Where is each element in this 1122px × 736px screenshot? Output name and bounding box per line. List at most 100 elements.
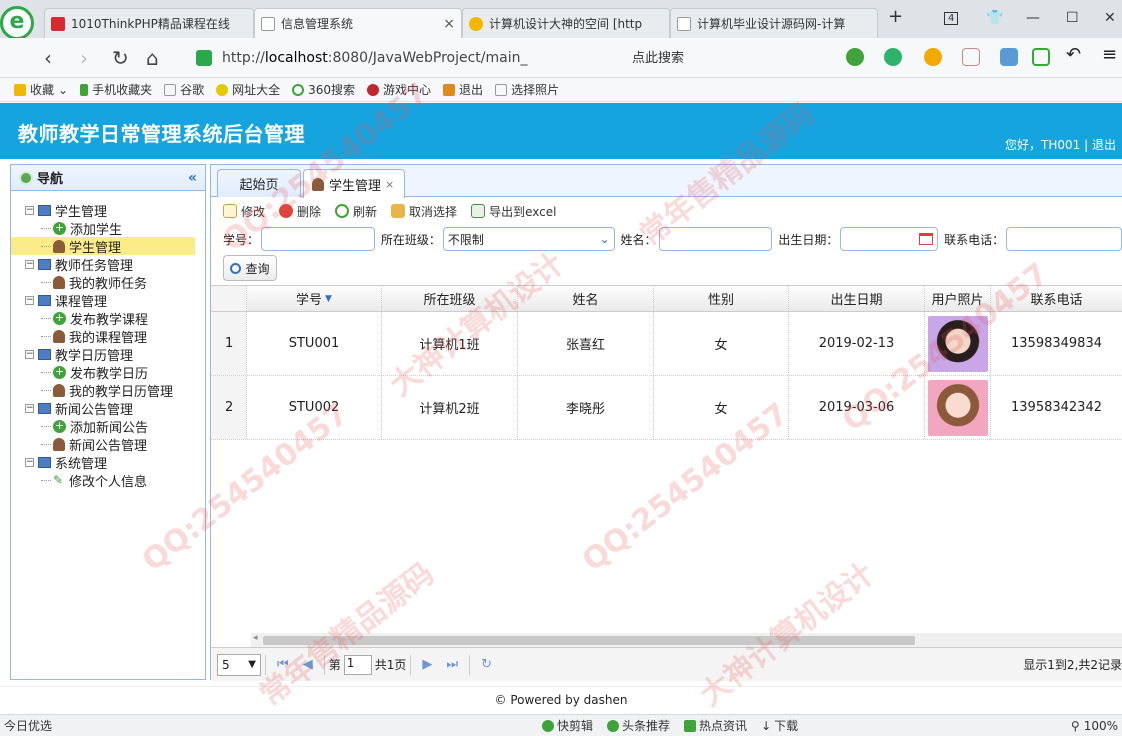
bookmark-google[interactable]: 谷歌 [164, 81, 204, 98]
browser-search-input[interactable]: 点此搜索 [632, 47, 822, 69]
tree-item-publish-course[interactable]: + 发布教学课程 [11, 309, 205, 328]
column-header-phone[interactable]: 联系电话 [991, 286, 1122, 311]
student-no-input[interactable] [261, 227, 375, 251]
edit-button[interactable]: 修改 [223, 203, 265, 220]
apps-icon[interactable] [1000, 48, 1018, 66]
collapse-toggle-icon[interactable]: − [25, 205, 34, 215]
horizontal-scrollbar[interactable]: ◂ [251, 633, 1122, 647]
column-header-birth[interactable]: 出生日期 [789, 286, 925, 311]
shirt-icon[interactable]: 👕 [986, 10, 1003, 26]
tree-group-calendar[interactable]: − 教学日历管理 [11, 345, 205, 364]
refresh-icon[interactable]: ↻ [112, 46, 129, 70]
class-select[interactable]: 不限制 ⌄ [442, 227, 615, 251]
screenshot-icon[interactable] [962, 48, 980, 66]
tree-item-news-manage[interactable]: 新闻公告管理 [11, 435, 205, 454]
browser-tab-4[interactable]: 计算机毕业设计源码网-计算 [670, 8, 878, 38]
browser-tab-3[interactable]: 计算机设计大神的空间 [http [462, 8, 670, 38]
tree-group-teacher-task[interactable]: − 教师任务管理 [11, 255, 205, 274]
column-header-student-no[interactable]: 学号 ▼ [247, 286, 382, 311]
collapse-toggle-icon[interactable]: − [25, 349, 34, 359]
name-input[interactable] [658, 227, 773, 251]
tree-group-course[interactable]: − 课程管理 [11, 291, 205, 310]
bookmark-games[interactable]: 游戏中心 [367, 81, 431, 98]
bookmark-sites[interactable]: 网址大全 [216, 81, 280, 98]
back-icon[interactable]: ‹ [44, 46, 52, 70]
translate-icon[interactable] [884, 48, 902, 66]
tree-group-student[interactable]: − 学生管理 [11, 201, 205, 220]
column-header-sex[interactable]: 性别 [654, 286, 789, 311]
collapse-toggle-icon[interactable]: − [25, 457, 34, 467]
status-download[interactable]: ↓ 下载 [761, 717, 798, 734]
tree-item-my-calendar[interactable]: 我的教学日历管理 [11, 381, 205, 400]
tree-group-news[interactable]: − 新闻公告管理 [11, 399, 205, 418]
tree-item-publish-calendar[interactable]: + 发布教学日历 [11, 363, 205, 382]
page-info: 显示1到2,共2记录 [1023, 658, 1122, 672]
tab-count-badge[interactable]: 4 [944, 12, 959, 25]
next-page-icon[interactable]: ▶ [422, 657, 432, 672]
table-row[interactable]: 2 STU002 计算机2班 李晓彤 女 2019-03-06 13958342… [211, 376, 1122, 440]
status-quick-clip[interactable]: 快剪辑 [542, 717, 593, 734]
prev-page-icon[interactable]: ◀ [303, 657, 313, 672]
column-header-class[interactable]: 所在班级 [382, 286, 518, 311]
tree-item-add-student[interactable]: + 添加学生 [11, 219, 205, 238]
menu-icon[interactable]: ≡ [1102, 44, 1120, 65]
scrollbar-thumb[interactable] [263, 636, 915, 645]
export-excel-button[interactable]: 导出到excel [471, 203, 556, 220]
bookmark-exit[interactable]: 退出 [443, 81, 483, 98]
minimize-icon[interactable]: — [1026, 10, 1040, 26]
undo-icon[interactable]: ↶ [1066, 44, 1084, 65]
maximize-icon[interactable]: ☐ [1066, 10, 1079, 26]
tree-group-system[interactable]: − 系统管理 [11, 453, 205, 472]
first-page-icon[interactable]: ⏮ [277, 657, 289, 672]
bookmark-favorites[interactable]: 收藏 ⌄ [14, 81, 68, 98]
query-button[interactable]: 查询 [223, 255, 277, 281]
reload-icon[interactable]: ↻ [481, 657, 492, 672]
bookmark-mobile[interactable]: 手机收藏夹 [80, 81, 152, 98]
collapse-toggle-icon[interactable]: − [25, 259, 34, 269]
browser-tab-2[interactable]: 信息管理系统 × [254, 8, 462, 38]
logout-link[interactable]: 退出 [1092, 138, 1116, 152]
page-number-input[interactable]: 1 [343, 654, 372, 675]
bookmark-360search[interactable]: 360搜索 [292, 81, 355, 98]
coin-icon[interactable] [924, 48, 942, 66]
tree-item-my-course[interactable]: 我的课程管理 [11, 327, 205, 346]
collapse-toggle-icon[interactable]: − [25, 295, 34, 305]
table-row[interactable]: 1 STU001 计算机1班 张喜红 女 2019-02-13 13598349… [211, 312, 1122, 376]
refresh-button[interactable]: 刷新 [335, 203, 377, 220]
tree-item-add-news[interactable]: + 添加新闻公告 [11, 417, 205, 436]
tab-home[interactable]: 起始页 [217, 169, 301, 197]
collapse-icon[interactable]: « [188, 170, 197, 186]
battery-icon[interactable] [1032, 48, 1050, 66]
browser-tab-1[interactable]: 1010ThinkPHP精品课程在线 [44, 8, 254, 38]
home-icon[interactable]: ⌂ [146, 46, 159, 70]
close-tab-icon[interactable]: × [439, 16, 455, 32]
tree-item-edit-profile[interactable]: ✎ 修改个人信息 [11, 471, 205, 490]
close-tab-icon[interactable]: × [385, 178, 394, 191]
phone-input[interactable] [1006, 227, 1122, 251]
scissors-icon[interactable] [846, 48, 864, 66]
scroll-left-icon[interactable]: ◂ [253, 633, 258, 643]
url-field[interactable]: http://localhost:8080/JavaWebProject/mai… [196, 45, 614, 71]
cancel-selection-button[interactable]: 取消选择 [391, 203, 457, 220]
status-headline[interactable]: 头条推荐 [607, 717, 670, 734]
zoom-level[interactable]: ⚲ 100% [1071, 719, 1118, 733]
browser-logo-icon[interactable]: e [0, 6, 34, 40]
page-icon [677, 16, 691, 31]
delete-button[interactable]: 删除 [279, 203, 321, 220]
column-header-photo[interactable]: 用户照片 [925, 286, 991, 311]
status-hot-news[interactable]: 热点资讯 [684, 717, 747, 734]
page-size-select[interactable]: 5 ▼ [217, 653, 261, 676]
birth-date-input[interactable] [840, 227, 939, 251]
tab-student-manage[interactable]: 学生管理 × [303, 169, 405, 198]
last-page-icon[interactable]: ⏭ [446, 657, 458, 672]
tree-item-student-manage[interactable]: 学生管理 [11, 237, 195, 256]
status-today-picks[interactable]: 今日优选 [4, 717, 52, 734]
close-window-icon[interactable]: ✕ [1104, 10, 1116, 26]
new-tab-button[interactable]: + [888, 6, 903, 27]
column-header-name[interactable]: 姓名 [518, 286, 654, 311]
bookmark-select-photo[interactable]: 选择照片 [495, 81, 559, 98]
collapse-toggle-icon[interactable]: − [25, 403, 34, 413]
forward-icon[interactable]: › [80, 46, 88, 70]
tree-item-my-teacher-task[interactable]: 我的教师任务 [11, 273, 205, 292]
calendar-icon[interactable] [919, 233, 934, 245]
